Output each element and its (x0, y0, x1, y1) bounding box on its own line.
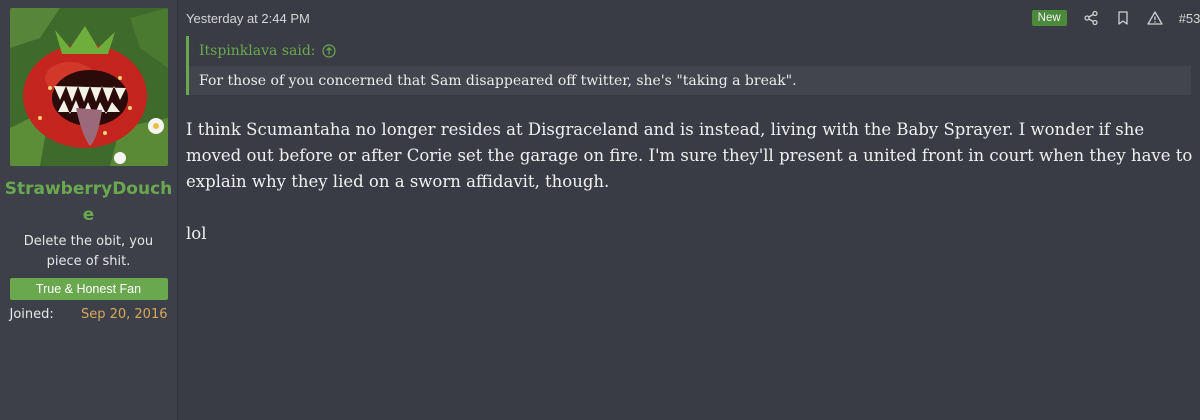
avatar[interactable] (9, 8, 168, 166)
user-info-panel: StrawberryDouche Delete the obit, you pi… (0, 0, 178, 420)
message-paragraph: I think Scumantaha no longer resides at … (186, 120, 1193, 191)
joined-date: Sep 20, 2016 (80, 307, 168, 322)
quote-author[interactable]: Itspinklava said: (199, 43, 316, 59)
message-paragraph: lol (186, 224, 207, 243)
post-meta: Yesterday at 2:44 PM New #53 (186, 8, 1200, 28)
quote-text: For those of you concerned that Sam disa… (189, 66, 1191, 95)
joined-row: Joined: Sep 20, 2016 (10, 306, 168, 324)
post-actions: New #53, (1031, 10, 1200, 26)
bookmark-icon[interactable] (1115, 10, 1131, 26)
post-message: I think Scumantaha no longer resides at … (186, 117, 1198, 247)
post-timestamp[interactable]: Yesterday at 2:44 PM (186, 11, 310, 26)
share-icon[interactable] (1083, 10, 1099, 26)
user-banner: True & Honest Fan (9, 278, 168, 300)
new-badge: New (1031, 10, 1067, 26)
post-content: Yesterday at 2:44 PM New #53 Itspinklava… (178, 0, 1200, 420)
quote-header: Itspinklava said: (189, 36, 1191, 66)
quote-block: Itspinklava said: For those of you conce… (186, 36, 1191, 95)
report-warning-icon[interactable] (1147, 10, 1163, 26)
arrow-up-circle-icon[interactable] (321, 44, 336, 58)
username[interactable]: StrawberryDouche (4, 176, 174, 228)
joined-label: Joined: (9, 307, 54, 322)
forum-post: StrawberryDouche Delete the obit, you pi… (0, 0, 1200, 420)
post-number[interactable]: #53, (1179, 11, 1200, 26)
user-title: Delete the obit, you piece of shit. (23, 234, 154, 269)
